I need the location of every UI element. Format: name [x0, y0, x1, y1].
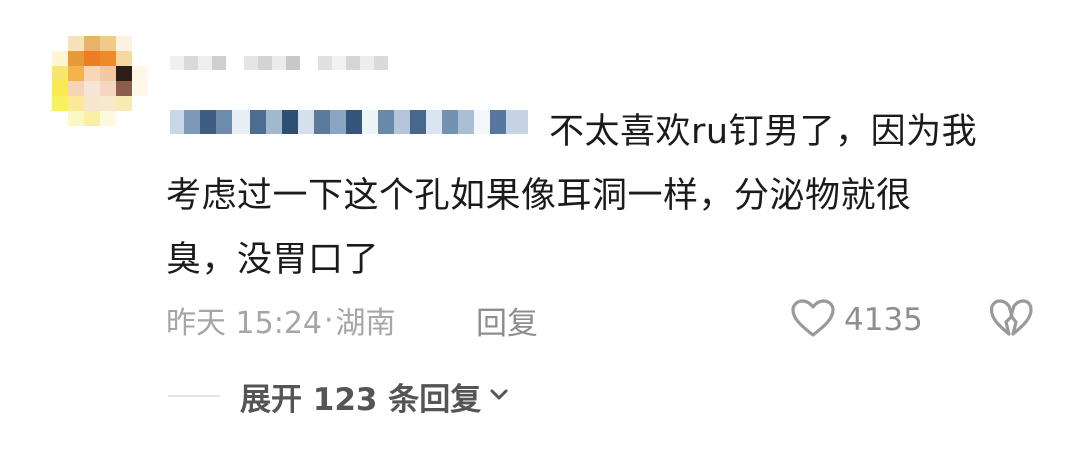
- heart-outline-icon: [790, 298, 836, 342]
- username-obscured[interactable]: [170, 48, 388, 78]
- comment-text: 不太喜欢ru钉男了，因为我考虑过一下这个孔如果像耳洞一样，分泌物就很 臭，没胃口了: [166, 100, 1046, 292]
- dislike-button[interactable]: [988, 298, 1034, 342]
- location-separator: ·: [324, 302, 334, 338]
- location: 湖南: [335, 306, 396, 341]
- expand-replies-label: 展开 123 条回复: [240, 381, 482, 418]
- replies-divider: [168, 395, 220, 397]
- timestamp: 昨天 15:24: [166, 306, 322, 341]
- comment-text-line1: 不太喜欢ru钉男了，因为我: [549, 112, 978, 152]
- blurred-avatar-icon[interactable]: [52, 36, 148, 126]
- broken-heart-icon: [989, 298, 1033, 342]
- like-count: 4135: [844, 302, 923, 338]
- reply-button[interactable]: 回复: [476, 298, 538, 342]
- comment-meta: 昨天 15:24 · 湖南: [166, 298, 396, 342]
- reply-label: 回复: [476, 305, 538, 342]
- expand-replies-button[interactable]: 展开 123 条回复: [240, 374, 511, 418]
- like-button[interactable]: 4135: [790, 298, 923, 342]
- comment-text-line3: 臭，没胃口了: [166, 240, 380, 280]
- comment-text-line2: 考虑过一下这个孔如果像耳洞一样，分泌物就很: [166, 176, 912, 216]
- chevron-down-icon: [487, 378, 511, 414]
